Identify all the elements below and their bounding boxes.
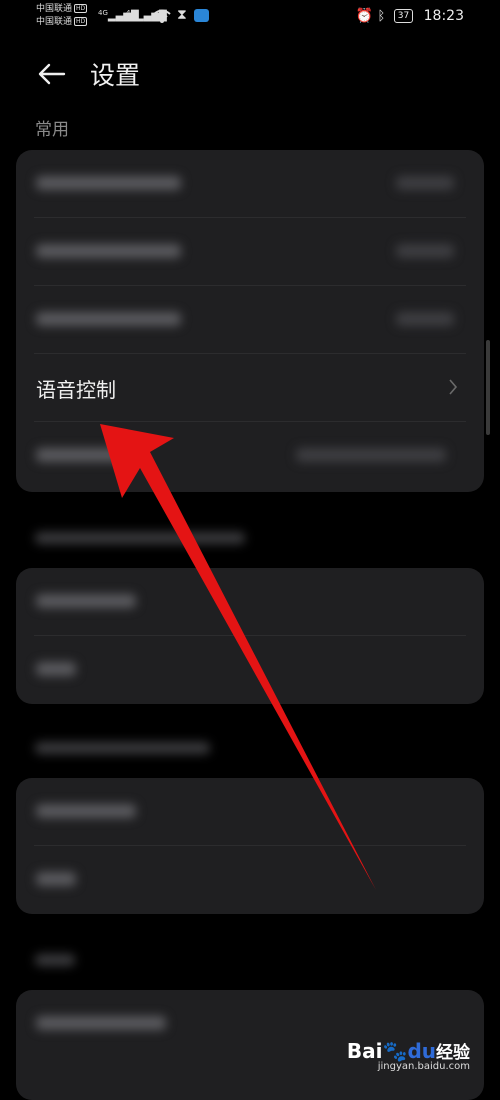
settings-row-blurred[interactable]: [34, 421, 466, 489]
carrier-info: 中国联通 HD 中国联通 HD: [36, 3, 88, 29]
app-header: 设置: [0, 52, 500, 96]
section-label-blurred: [35, 954, 75, 966]
section-label-common: 常用: [35, 120, 69, 140]
scrollbar[interactable]: [486, 340, 490, 435]
battery-icon: 37: [393, 9, 414, 23]
status-right: ⏰ ᛒ 37 18:23: [356, 8, 464, 24]
status-bar: 中国联通 HD 中国联通 HD 4G▂▄▆█ 4G▂▄▆█ ⧗ ⏰ ᛒ 37 18:…: [0, 0, 500, 34]
page-title: 设置: [90, 61, 141, 90]
settings-row-voice-control[interactable]: 语音控制: [34, 353, 466, 421]
clock: 18:23: [423, 8, 464, 24]
app-notification-icon: [194, 9, 209, 22]
settings-row-blurred[interactable]: [34, 285, 466, 353]
settings-row-blurred[interactable]: [34, 635, 466, 703]
settings-row-blurred[interactable]: [16, 150, 484, 217]
settings-card-common: 语音控制: [16, 150, 484, 492]
chevron-right-icon: [449, 379, 458, 395]
settings-row-blurred[interactable]: [34, 845, 466, 913]
hourglass-icon: ⧗: [177, 7, 187, 23]
carrier-2: 中国联通: [36, 17, 73, 27]
voice-control-label: 语音控制: [36, 378, 116, 402]
hd-badge: HD: [74, 17, 88, 26]
settings-card-blurred: [16, 778, 484, 914]
section-label-blurred: [35, 742, 210, 754]
bluetooth-icon: ᛒ: [377, 9, 386, 24]
paw-icon: 🐾: [382, 1039, 408, 1063]
section-label-blurred: [35, 532, 245, 544]
baidu-logo: Bai🐾du经验: [346, 1039, 470, 1063]
back-arrow-icon[interactable]: [36, 62, 66, 86]
settings-row-blurred[interactable]: [34, 217, 466, 285]
alarm-icon: ⏰: [355, 8, 374, 24]
hd-badge: HD: [74, 4, 88, 13]
settings-row-blurred[interactable]: [16, 778, 484, 845]
wifi-icon: [153, 9, 171, 23]
carrier-1: 中国联通: [36, 4, 73, 14]
baidu-watermark: Bai🐾du经验 jingyan.baidu.com: [347, 1038, 470, 1072]
settings-row-blurred[interactable]: [16, 568, 484, 635]
settings-card-blurred: [16, 568, 484, 704]
